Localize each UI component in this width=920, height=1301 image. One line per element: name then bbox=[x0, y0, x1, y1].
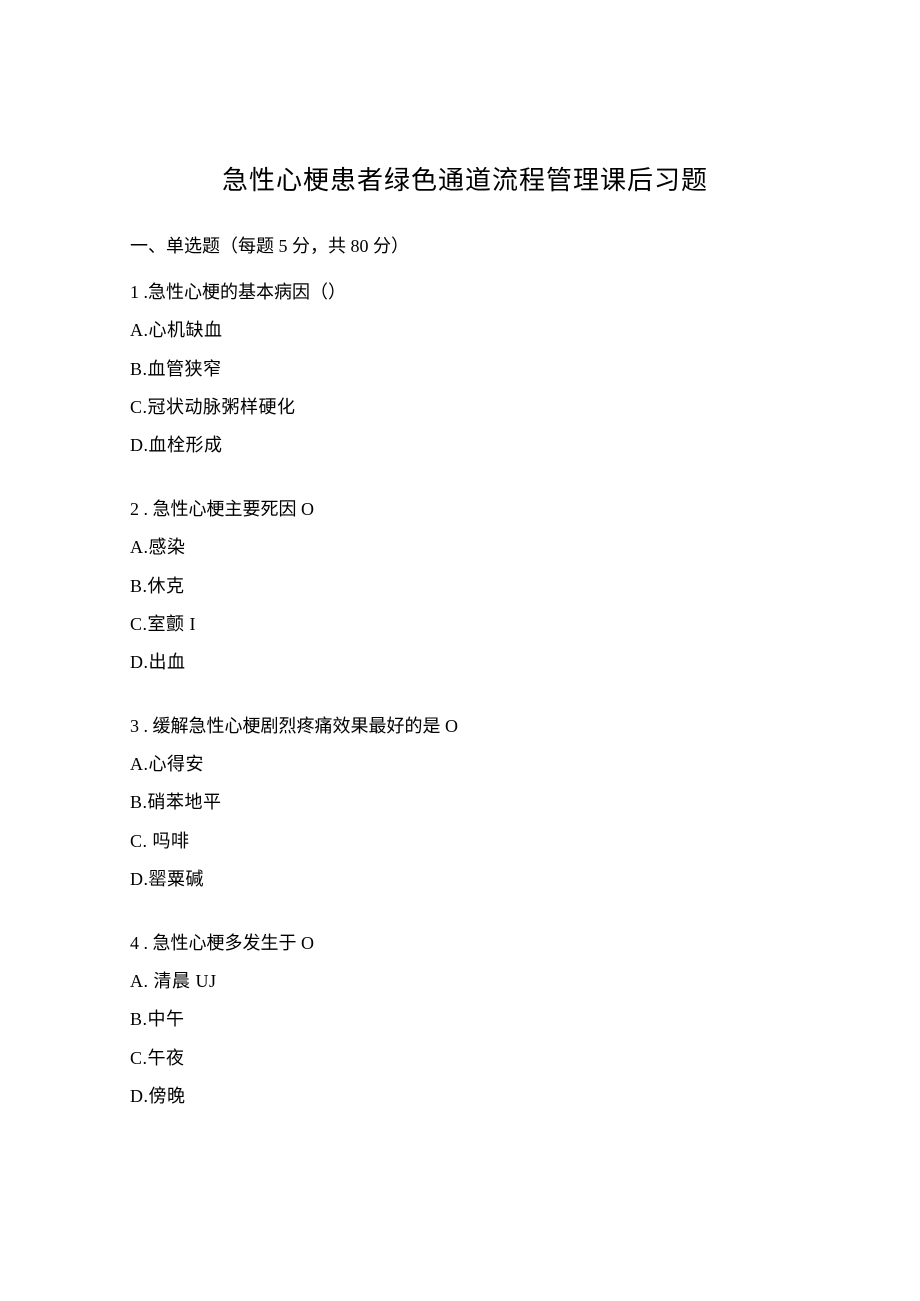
question-option: D.血栓形成 bbox=[130, 428, 800, 462]
question-block: 1 .急性心梗的基本病因（） A.心机缺血 B.血管狭窄 C.冠状动脉粥样硬化 … bbox=[130, 275, 800, 462]
question-option: B.休克 bbox=[130, 569, 800, 603]
question-stem: 4 . 急性心梗多发生于 O bbox=[130, 926, 800, 960]
question-option: A.感染 bbox=[130, 530, 800, 564]
question-option: B.中午 bbox=[130, 1002, 800, 1036]
question-option: A. 清晨 UJ bbox=[130, 964, 800, 998]
question-block: 3 . 缓解急性心梗剧烈疼痛效果最好的是 O A.心得安 B.硝苯地平 C. 吗… bbox=[130, 709, 800, 896]
question-stem: 2 . 急性心梗主要死因 O bbox=[130, 492, 800, 526]
question-option: A.心得安 bbox=[130, 747, 800, 781]
question-option: A.心机缺血 bbox=[130, 313, 800, 347]
section-header: 一、单选题（每题 5 分，共 80 分） bbox=[130, 229, 800, 263]
question-option: B.血管狭窄 bbox=[130, 352, 800, 386]
question-option: C. 吗啡 bbox=[130, 824, 800, 858]
question-option: C.冠状动脉粥样硬化 bbox=[130, 390, 800, 424]
question-option: D.罂粟碱 bbox=[130, 862, 800, 896]
question-block: 2 . 急性心梗主要死因 O A.感染 B.休克 C.室颤 I D.出血 bbox=[130, 492, 800, 679]
question-option: C.室颤 I bbox=[130, 607, 800, 641]
question-stem: 1 .急性心梗的基本病因（） bbox=[130, 275, 800, 309]
question-block: 4 . 急性心梗多发生于 O A. 清晨 UJ B.中午 C.午夜 D.傍晚 bbox=[130, 926, 800, 1113]
question-stem: 3 . 缓解急性心梗剧烈疼痛效果最好的是 O bbox=[130, 709, 800, 743]
question-option: C.午夜 bbox=[130, 1041, 800, 1075]
question-option: B.硝苯地平 bbox=[130, 785, 800, 819]
question-option: D.傍晚 bbox=[130, 1079, 800, 1113]
question-option: D.出血 bbox=[130, 645, 800, 679]
page-title: 急性心梗患者绿色通道流程管理课后习题 bbox=[130, 160, 800, 197]
